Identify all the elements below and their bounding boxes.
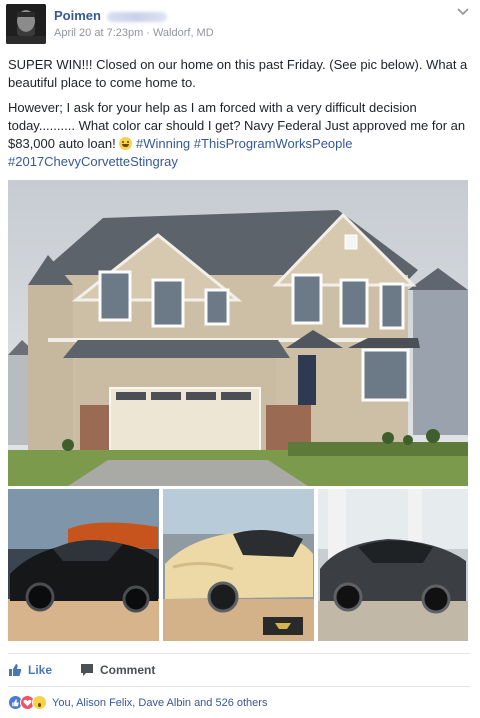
post-location[interactable]: Waldorf, MD [153, 27, 214, 39]
photo-car-black[interactable] [8, 489, 159, 641]
comment-button[interactable]: Comment [80, 662, 155, 678]
author-name[interactable]: Poimen [54, 8, 167, 23]
author-avatar[interactable] [6, 4, 46, 44]
post-paragraph-2: However; I ask for your help as I am for… [8, 99, 470, 171]
divider [8, 686, 470, 687]
grinning-emoji-icon [119, 137, 133, 150]
hashtag-thisprogramworkspeople[interactable]: #ThisProgramWorksPeople [194, 136, 353, 151]
thumbs-up-icon [9, 664, 22, 676]
chevron-down-icon[interactable] [456, 6, 470, 18]
like-button[interactable]: Like [8, 662, 52, 678]
author-name-text[interactable]: Poimen [54, 8, 101, 23]
photo-house[interactable] [8, 180, 468, 486]
post-meta: April 20 at 7:23pm · Waldorf, MD [54, 27, 214, 39]
facebook-post: Poimen April 20 at 7:23pm · Waldorf, MD SU… [0, 0, 480, 718]
comment-label: Comment [100, 663, 156, 677]
post-body: SUPER WIN!!! Closed on our home on this … [8, 56, 470, 178]
meta-separator: · [146, 27, 150, 39]
post-paragraph-1: SUPER WIN!!! Closed on our home on this … [8, 57, 468, 90]
like-label: Like [28, 663, 53, 677]
wow-icon [32, 695, 47, 710]
redacted-surname [106, 11, 167, 22]
photo-car-gray[interactable] [318, 489, 468, 641]
divider [8, 653, 470, 654]
reactions-names[interactable]: You, Alison Felix, Dave Albin and 526 ot… [52, 697, 267, 709]
hashtag-2017chevycorvettestingray[interactable]: #2017ChevyCorvetteStingray [8, 154, 178, 169]
photo-car-yellow[interactable] [163, 489, 314, 641]
comment-icon [81, 664, 93, 676]
hashtag-winning[interactable]: #Winning [136, 136, 190, 151]
reactions-summary[interactable]: You, Alison Felix, Dave Albin and 526 ot… [8, 695, 267, 711]
post-timestamp[interactable]: April 20 at 7:23pm [54, 27, 143, 39]
